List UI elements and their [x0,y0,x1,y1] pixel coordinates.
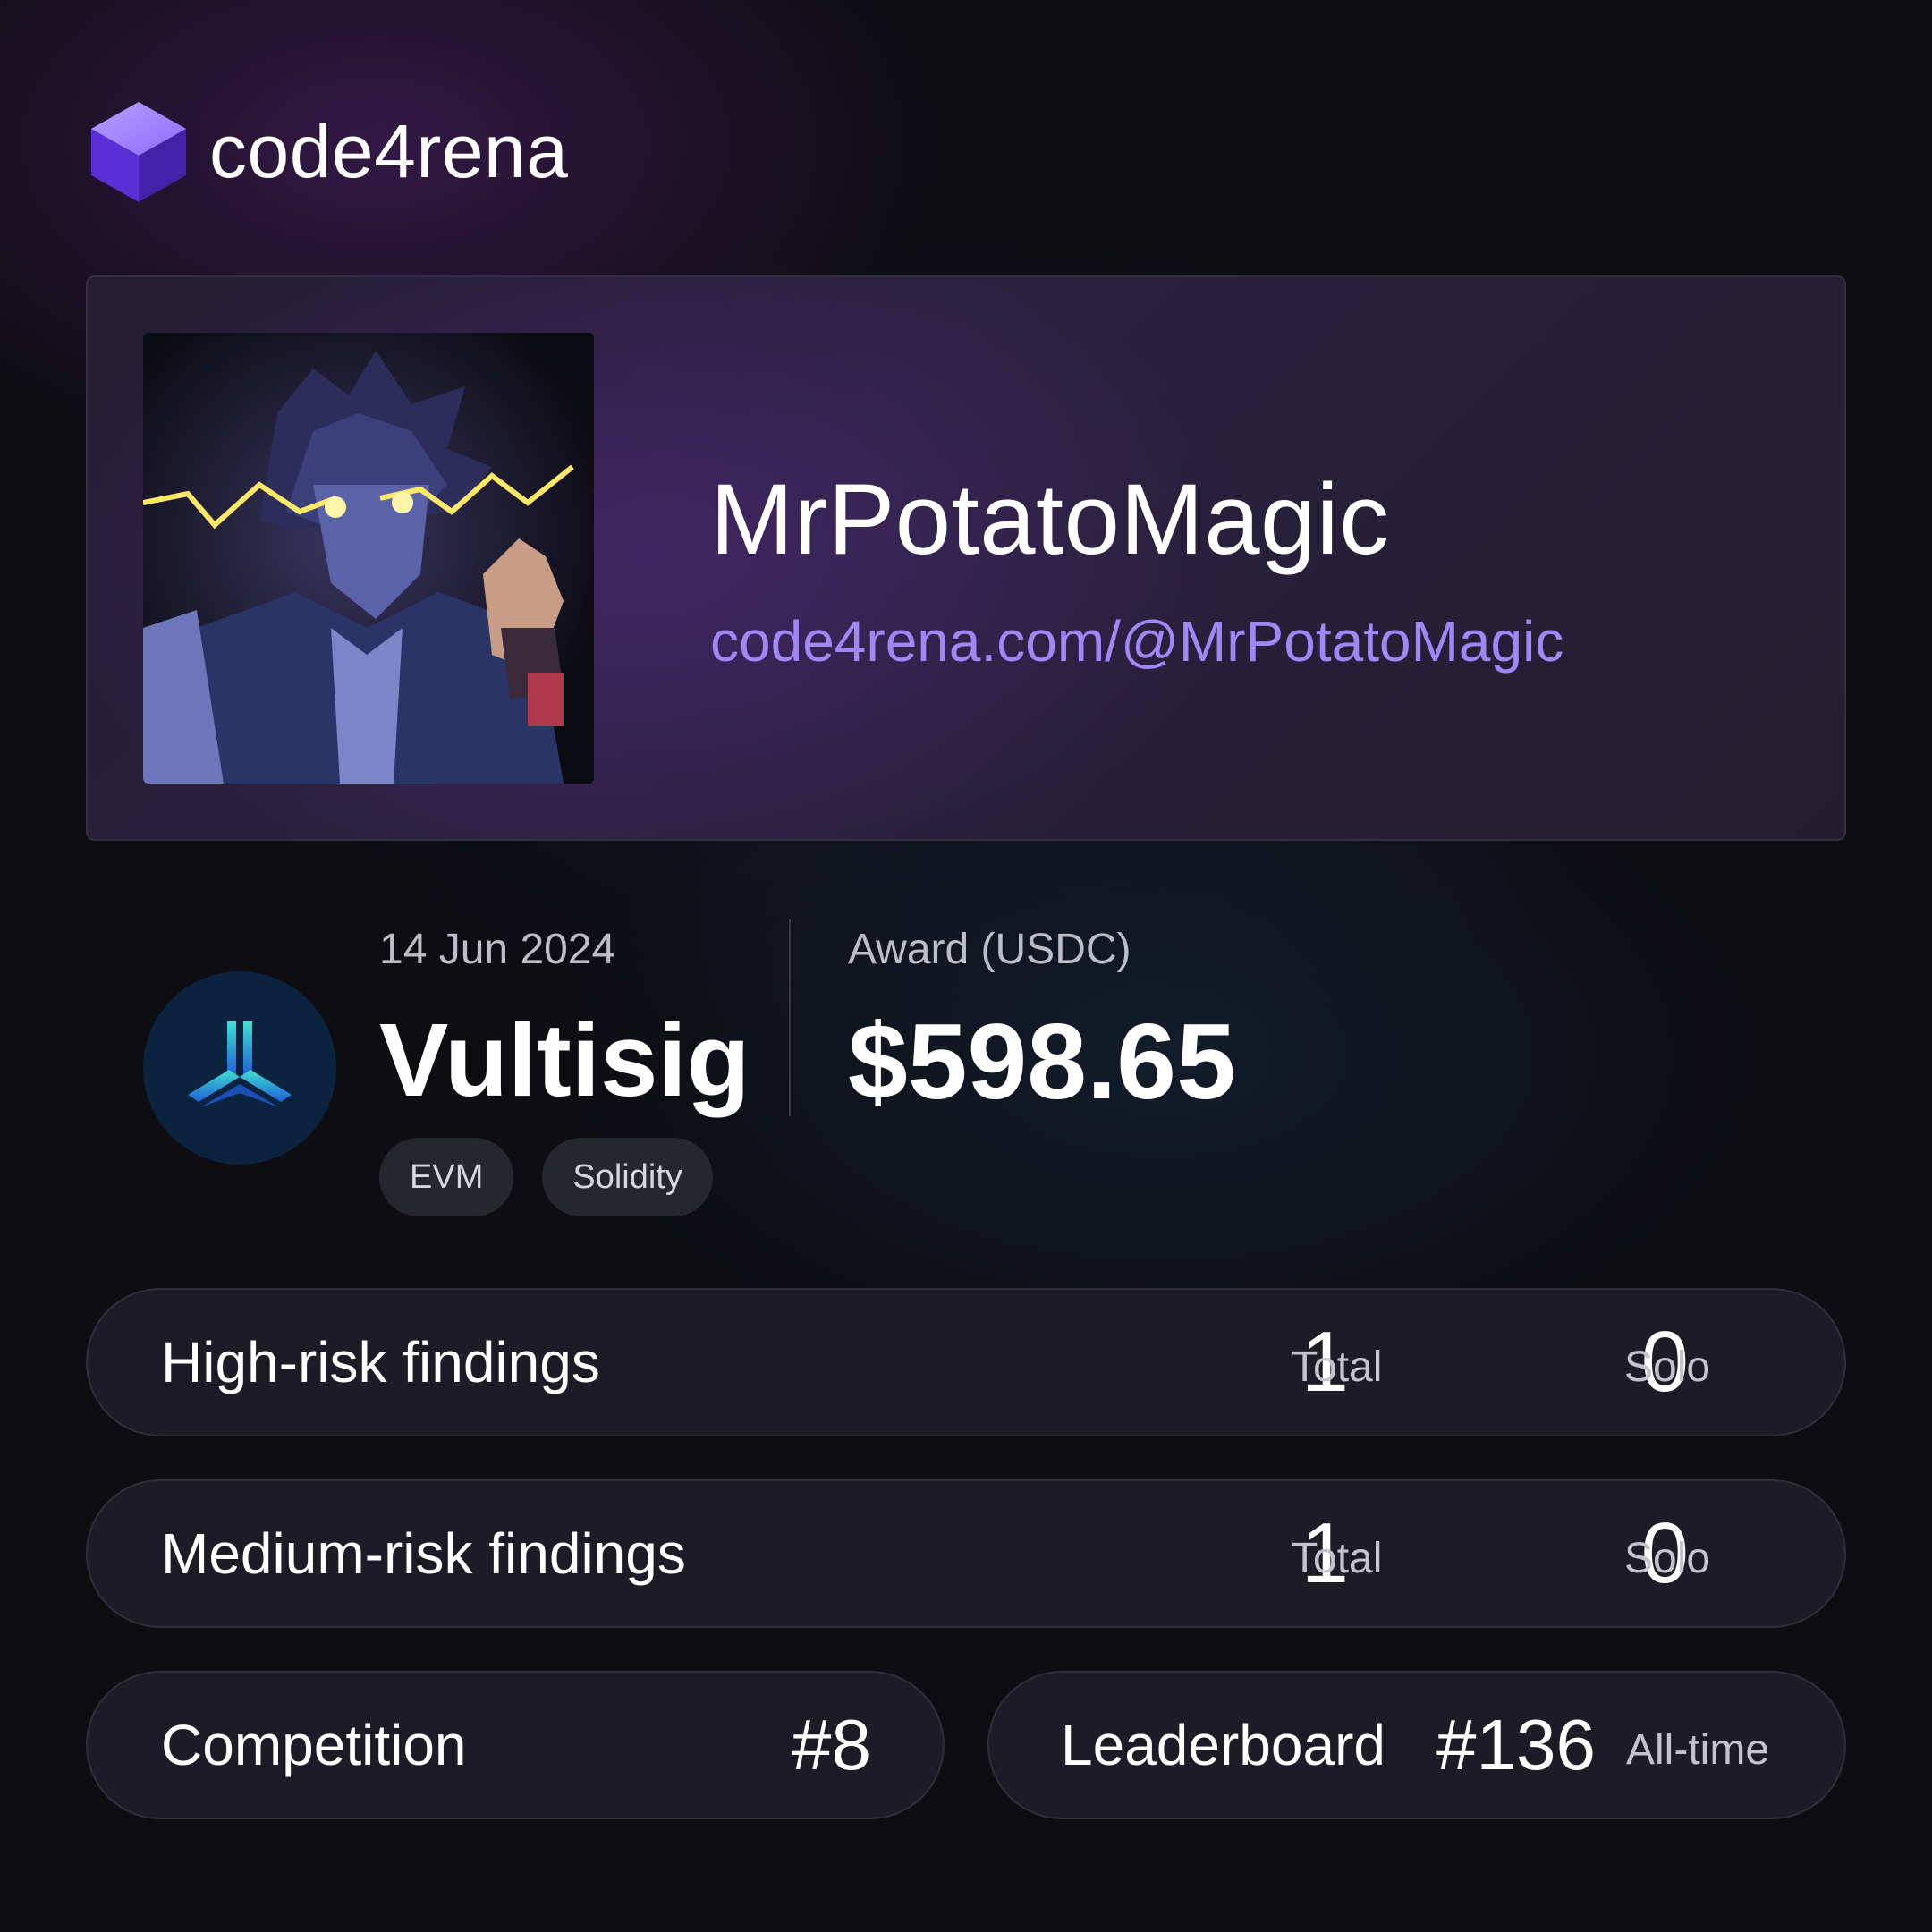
contest-tags: EVM Solidity [379,1138,713,1216]
profile-card: MrPotatoMagic code4rena.com/@MrPotatoMag… [86,275,1846,841]
avatar-image [143,333,594,784]
tag-solidity[interactable]: Solidity [542,1138,713,1216]
competition-rank-pill: Competition #8 [86,1671,945,1819]
high-risk-solo-label: Solo [1624,1343,1711,1391]
leaderboard-label: Leaderboard [1061,1713,1385,1777]
vultisig-logo-icon [143,971,336,1165]
leaderboard-rank-pill: Leaderboard #136 All-time [987,1671,1846,1819]
brand-header[interactable]: code4rena [86,98,569,204]
competition-rank: #8 [792,1705,871,1784]
contest-date: 14 Jun 2024 [379,926,616,973]
leaderboard-scope: All-time [1626,1726,1770,1774]
profile-link[interactable]: code4rena.com/@MrPotatoMagic [710,608,1563,674]
competition-label: Competition [161,1713,467,1777]
award-card-page: code4rena MrPotatoMagic code4rena.com/@M… [0,0,1932,1932]
medium-risk-solo-label: Solo [1624,1535,1711,1582]
leaderboard-rank: #136 [1436,1705,1596,1784]
medium-risk-total-label: Total [1292,1535,1383,1582]
high-risk-total-label: Total [1292,1343,1383,1391]
medium-risk-label: Medium-risk findings [161,1521,686,1586]
vultisig-logo-graphic [188,1021,292,1107]
avatar [143,333,594,784]
divider [789,919,791,1116]
medium-risk-findings-row: Medium-risk findings 1 Total 0 Solo [86,1479,1846,1628]
tag-evm[interactable]: EVM [379,1138,514,1216]
contest-name: Vultisig [379,1002,750,1118]
high-risk-label: High-risk findings [161,1330,600,1394]
award-label: Award (USDC) [848,926,1131,973]
award-value: $598.65 [848,1002,1236,1122]
username: MrPotatoMagic [710,463,1390,575]
cube-logo-icon [91,102,186,202]
high-risk-findings-row: High-risk findings 1 Total 0 Solo [86,1288,1846,1436]
brand-name: code4rena [209,108,569,193]
